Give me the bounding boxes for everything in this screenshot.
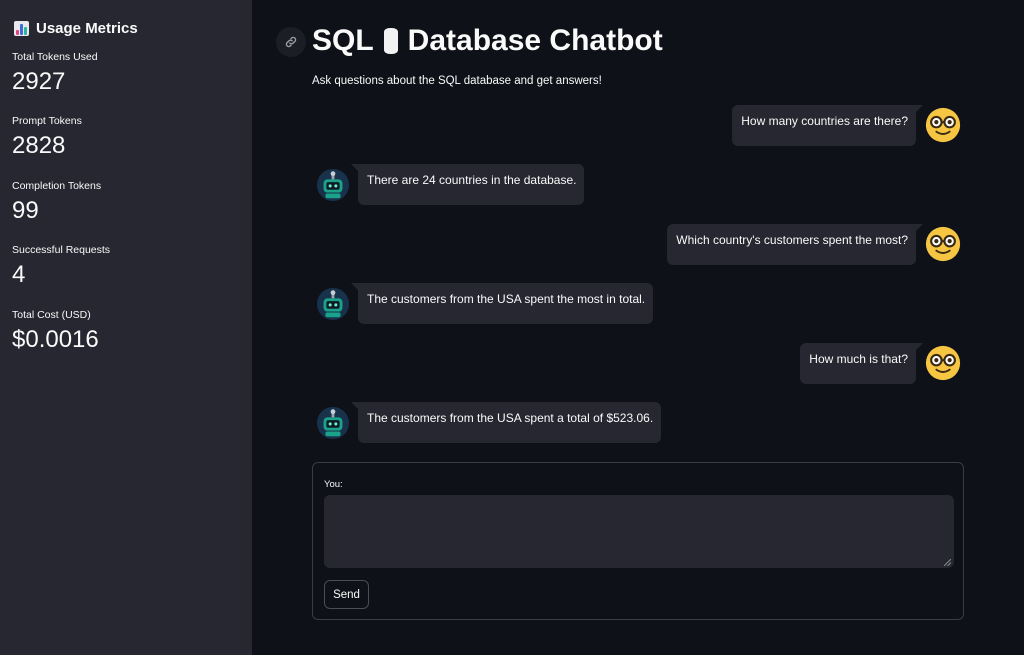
message-bubble: There are 24 countries in the database.	[350, 164, 585, 206]
metric-value: $0.0016	[12, 325, 99, 353]
message-bubble: How many countries are there?	[732, 105, 923, 147]
metric-successful-requests: Successful Requests 4	[12, 244, 240, 288]
sidebar: Usage Metrics Total Tokens Used 2927 Pro…	[0, 0, 252, 655]
input-label: You:	[324, 479, 343, 490]
nerd-face-avatar-icon	[925, 107, 961, 143]
chat-message-assistant: The customers from the USA spent a total…	[316, 402, 662, 444]
metric-total-tokens: Total Tokens Used 2927	[12, 51, 240, 95]
metric-value: 4	[12, 261, 26, 289]
nerd-face-avatar-icon	[925, 226, 961, 262]
robot-avatar-icon	[316, 406, 350, 440]
chat-message-assistant: The customers from the USA spent the mos…	[316, 283, 654, 325]
bar-chart-icon	[14, 21, 29, 36]
page-subtitle: Ask questions about the SQL database and…	[312, 75, 602, 87]
metric-value: 2828	[12, 132, 66, 160]
chat-message-user: Which country's customers spent the most…	[667, 224, 962, 266]
robot-avatar-icon	[316, 168, 350, 202]
chat-message-assistant: There are 24 countries in the database.	[316, 164, 585, 206]
sidebar-title: Usage Metrics	[14, 20, 240, 37]
chat-input-form: You: Send	[312, 462, 964, 620]
send-button[interactable]: Send	[324, 580, 369, 609]
chat-message-user: How much is that?	[800, 343, 962, 385]
message-bubble: How much is that?	[800, 343, 923, 385]
title-prefix: SQL	[312, 24, 374, 57]
title-suffix: Database Chatbot	[407, 24, 663, 57]
message-bubble: The customers from the USA spent the mos…	[350, 283, 654, 325]
main-content: SQL Database Chatbot Ask questions about…	[252, 0, 1024, 655]
metric-label: Completion Tokens	[12, 179, 102, 192]
sidebar-title-text: Usage Metrics	[36, 20, 138, 37]
metric-value: 99	[12, 196, 39, 224]
robot-avatar-icon	[316, 287, 350, 321]
metric-label: Total Cost (USD)	[12, 308, 91, 321]
message-textarea[interactable]	[324, 495, 954, 568]
database-icon	[383, 28, 398, 54]
metric-completion-tokens: Completion Tokens 99	[12, 180, 240, 224]
metric-total-cost: Total Cost (USD) $0.0016	[12, 309, 240, 353]
chat-message-user: How many countries are there?	[732, 105, 962, 147]
header-anchor-link[interactable]	[276, 27, 306, 57]
link-icon	[285, 36, 297, 48]
resize-grip-icon[interactable]	[944, 559, 951, 566]
nerd-face-avatar-icon	[925, 345, 961, 381]
metric-label: Prompt Tokens	[12, 115, 82, 128]
metric-label: Successful Requests	[12, 244, 111, 257]
message-bubble: Which country's customers spent the most…	[667, 224, 923, 266]
message-bubble: The customers from the USA spent a total…	[350, 402, 662, 444]
metric-label: Total Tokens Used	[12, 51, 98, 63]
metric-prompt-tokens: Prompt Tokens 2828	[12, 115, 240, 159]
metric-value: 2927	[12, 68, 66, 95]
page-title: SQL Database Chatbot	[312, 24, 663, 58]
